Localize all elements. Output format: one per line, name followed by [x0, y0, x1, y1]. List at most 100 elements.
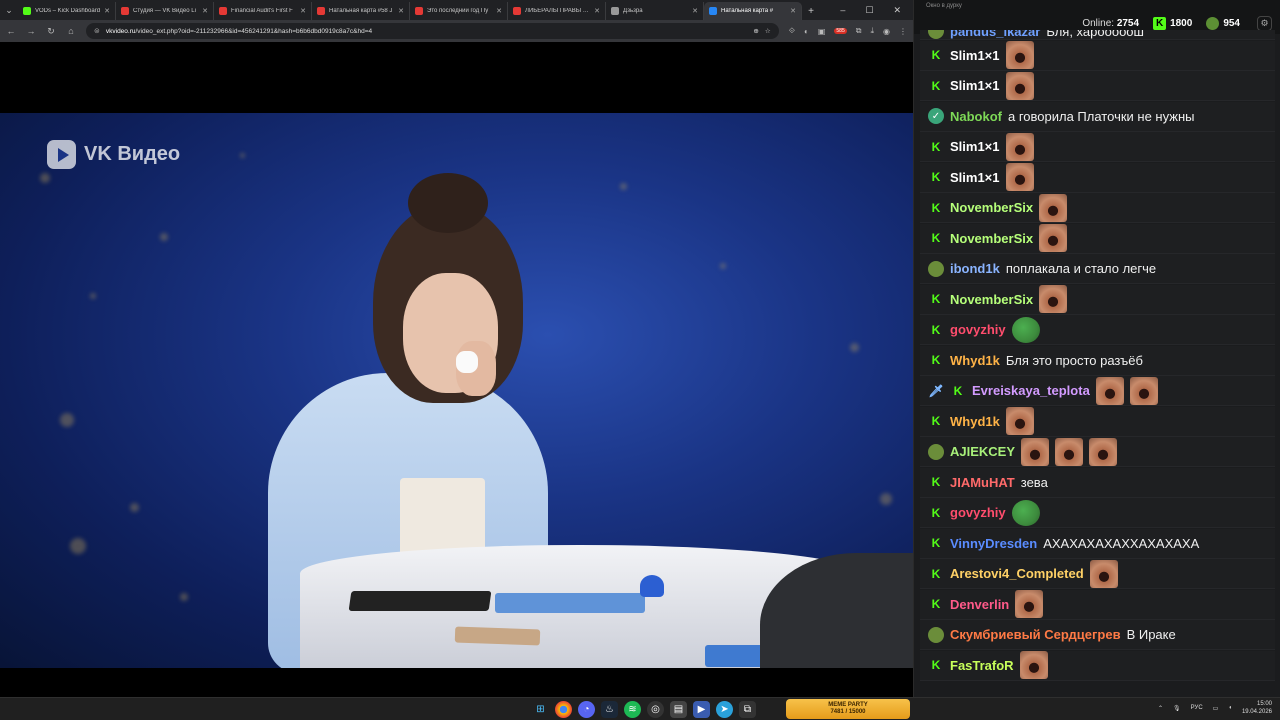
chat-username[interactable]: ibond1k: [950, 261, 1000, 276]
tab-close-icon[interactable]: ✕: [300, 7, 306, 15]
settings-gear-icon[interactable]: ⚙: [1257, 16, 1272, 31]
chat-message[interactable]: pandus_ikazar Бля, харооооош: [920, 30, 1275, 40]
tray-overflow-icon[interactable]: ⌃: [1158, 705, 1163, 712]
chat-message[interactable]: K NovemberSix: [920, 223, 1275, 254]
chat-message[interactable]: K Whyd1k: [920, 406, 1275, 437]
video-player[interactable]: VK Видео: [0, 42, 913, 697]
forward-icon[interactable]: →: [26, 26, 36, 36]
chat-message[interactable]: K Slim1×1: [920, 132, 1275, 162]
chat-username[interactable]: Slim1×1: [950, 170, 1000, 185]
chat-message[interactable]: K Slim1×1: [920, 40, 1275, 71]
chat-message[interactable]: Kgovyzhiy: [920, 498, 1275, 528]
chat-username[interactable]: Whyd1k: [950, 353, 1000, 368]
chat-username[interactable]: NovemberSix: [950, 292, 1033, 307]
chat-username[interactable]: Slim1×1: [950, 139, 1000, 154]
network-icon[interactable]: ▭: [1213, 705, 1219, 712]
chat-message[interactable]: Скумбриевый Сердцегрев В Ираке: [920, 620, 1275, 650]
tab-close-icon[interactable]: ✕: [496, 7, 502, 15]
chat-username[interactable]: govyzhiy: [950, 322, 1006, 337]
telegram-icon[interactable]: ➤: [716, 701, 733, 718]
profile-icon[interactable]: ◉: [883, 27, 890, 36]
language-indicator[interactable]: РУС: [1191, 705, 1203, 711]
browser-tab[interactable]: Это последний год Пу ✕: [410, 2, 508, 20]
chat-message[interactable]: ibond1k поплакала и стало легче: [920, 254, 1275, 284]
reload-icon[interactable]: ↻: [46, 26, 56, 37]
browser-tab[interactable]: Дзьзра ✕: [606, 2, 704, 20]
chat-message[interactable]: K Arestovi4_Completed: [920, 559, 1275, 589]
close-window-icon[interactable]: ✕: [893, 5, 901, 16]
browser-tab[interactable]: Студия — VK Видео Li ✕: [116, 2, 214, 20]
explorer-icon[interactable]: ⧉: [739, 701, 756, 718]
chat-message[interactable]: K Denverlin: [920, 589, 1275, 620]
chat-message[interactable]: K NovemberSix: [920, 284, 1275, 315]
extensions-puzzle-icon[interactable]: ⧉: [856, 26, 862, 36]
tab-search-icon[interactable]: ⌄: [0, 0, 18, 20]
chat-message[interactable]: 🗡 K Evreiskaya_teplota: [920, 376, 1275, 406]
chat-message[interactable]: K Slim1×1: [920, 162, 1275, 193]
clock[interactable]: 15:00 19.04.2026: [1242, 700, 1272, 716]
tab-close-icon[interactable]: ✕: [104, 7, 110, 15]
chat-message[interactable]: K FasTrafoR: [920, 650, 1275, 681]
address-bar[interactable]: ⊜ vkvideo.ru/video_ext.php?oid=-21123296…: [86, 23, 779, 39]
minimize-icon[interactable]: –: [840, 5, 845, 15]
chat-username[interactable]: Nabokof: [950, 109, 1002, 124]
chat-username[interactable]: Slim1×1: [950, 78, 1000, 93]
steam-icon[interactable]: ♨: [601, 701, 618, 718]
chat-username[interactable]: Denverlin: [950, 597, 1009, 612]
chat-username[interactable]: Whyd1k: [950, 414, 1000, 429]
chat-username[interactable]: FasTrafoR: [950, 658, 1014, 673]
menu-icon[interactable]: ⋮: [899, 27, 907, 36]
chat-username[interactable]: VinnyDresden: [950, 536, 1037, 551]
chat-message[interactable]: K Whyd1k Бля это просто разъёб: [920, 345, 1275, 376]
extension-icon[interactable]: ⟐: [789, 26, 795, 36]
media-player-icon[interactable]: ▶: [693, 701, 710, 718]
tab-close-icon[interactable]: ✕: [594, 7, 600, 15]
browser-tab[interactable]: Натальная карта #58 J ✕: [312, 2, 410, 20]
chat-message[interactable]: AJIEKCEY: [920, 437, 1275, 467]
browser-tab[interactable]: Financial Audit's First F ✕: [214, 2, 312, 20]
chat-username[interactable]: govyzhiy: [950, 505, 1006, 520]
extension-icon[interactable]: ▣: [818, 27, 826, 36]
discord-icon[interactable]: ◔: [578, 701, 595, 718]
download-icon[interactable]: ⤓: [870, 26, 874, 36]
browser-tab[interactable]: ЛИБЕРАЛЫ ПРАВЫ ВС ✕: [508, 2, 606, 20]
meme-party-widget[interactable]: MEME PARTY 7481 / 15000: [786, 699, 910, 719]
chat-username[interactable]: JIAMuHAT: [950, 475, 1015, 490]
back-icon[interactable]: ←: [6, 26, 16, 36]
chat-message[interactable]: K Slim1×1: [920, 71, 1275, 101]
video-frame[interactable]: VK Видео: [0, 113, 913, 668]
chat-message[interactable]: ✓ Nabokof а говорила Платочки не нужны: [920, 101, 1275, 132]
chat-username[interactable]: Evreiskaya_teplota: [972, 383, 1090, 398]
volume-icon[interactable]: ◖: [1228, 705, 1232, 711]
obs-icon[interactable]: ◎: [647, 701, 664, 718]
chat-message[interactable]: K VinnyDresden АХАХАХАХАХХАХАХАХА: [920, 528, 1275, 559]
browser-tab[interactable]: VODs – Kick Dashboard ✕: [18, 2, 116, 20]
chat-message[interactable]: Kgovyzhiy: [920, 315, 1275, 345]
spotify-icon[interactable]: ≋: [624, 701, 641, 718]
chat-username[interactable]: pandus_ikazar: [950, 30, 1040, 39]
maximize-icon[interactable]: ☐: [865, 5, 873, 16]
app-icon[interactable]: ▤: [670, 701, 687, 718]
tab-close-icon[interactable]: ✕: [398, 7, 404, 15]
chat-message-list[interactable]: pandus_ikazar Бля, харооооош K Slim1×1 K Slim…: [920, 30, 1275, 690]
chrome-icon[interactable]: [555, 701, 572, 718]
bookmark-star-icon[interactable]: ☆: [765, 27, 771, 35]
microphone-icon[interactable]: 🎙: [1173, 705, 1181, 712]
chat-username[interactable]: Скумбриевый Сердцегрев: [950, 627, 1121, 642]
tab-close-icon[interactable]: ✕: [692, 7, 698, 15]
start-windows-icon[interactable]: ⊞: [532, 701, 549, 718]
browser-tab[interactable]: Натальная карта # ✕: [704, 2, 802, 20]
new-tab-button[interactable]: +: [802, 2, 820, 20]
extension-icon[interactable]: ◐: [804, 27, 809, 36]
chat-username[interactable]: AJIEKCEY: [950, 444, 1015, 459]
chat-username[interactable]: Arestovi4_Completed: [950, 566, 1084, 581]
site-info-icon[interactable]: ⊜: [94, 27, 100, 35]
chat-username[interactable]: Slim1×1: [950, 48, 1000, 63]
chat-username[interactable]: NovemberSix: [950, 200, 1033, 215]
tab-close-icon[interactable]: ✕: [790, 7, 796, 15]
home-icon[interactable]: ⌂: [66, 26, 76, 36]
tab-close-icon[interactable]: ✕: [202, 7, 208, 15]
zoom-icon[interactable]: ⊕: [753, 27, 758, 35]
chat-message[interactable]: K NovemberSix: [920, 193, 1275, 223]
extension-badge[interactable]: 585: [834, 28, 847, 34]
